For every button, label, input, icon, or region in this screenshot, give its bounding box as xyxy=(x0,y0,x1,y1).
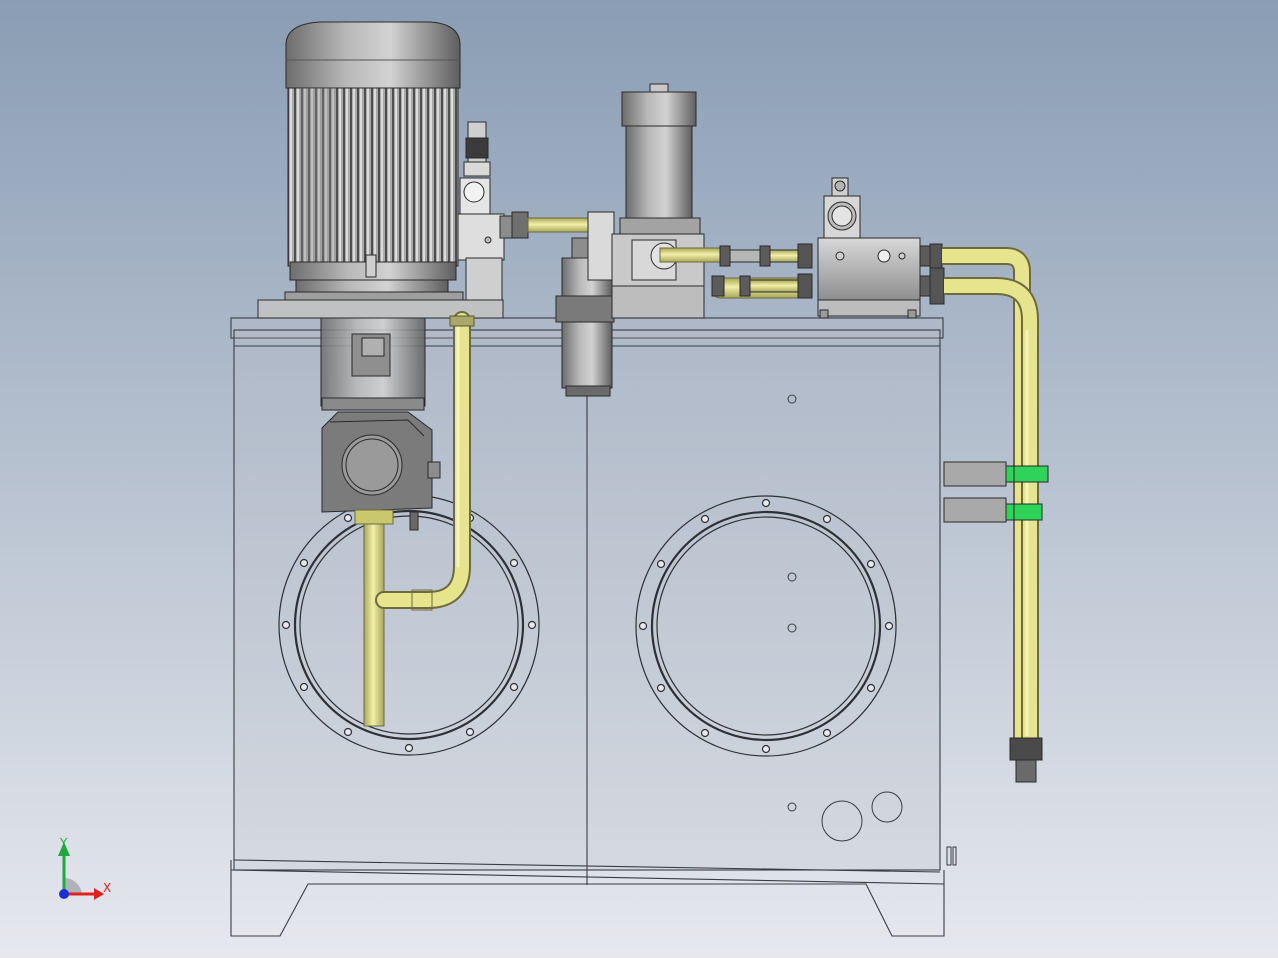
oil-tank xyxy=(230,317,945,937)
assembly-drawing xyxy=(0,0,1278,958)
cad-viewport[interactable]: Y X xyxy=(0,0,1278,958)
axis-y-label: Y xyxy=(60,836,68,850)
electric-motor xyxy=(284,21,464,301)
axis-x-label: X xyxy=(103,881,112,895)
pipe-filter-to-manifold-upper xyxy=(659,247,723,263)
pipe-relief-to-filter xyxy=(527,217,593,233)
pump-bell-housing xyxy=(320,317,426,411)
pressure-filter xyxy=(611,83,705,319)
